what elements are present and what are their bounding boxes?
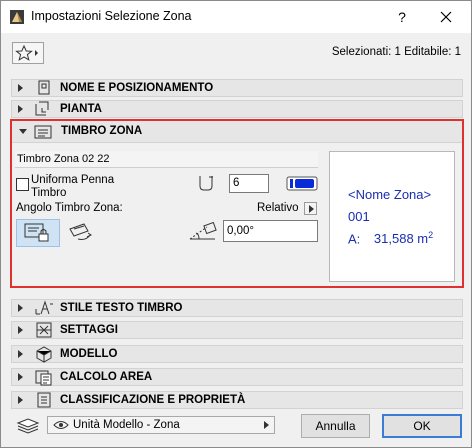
panel-area-calculation[interactable]: CALCOLO AREA (11, 368, 463, 386)
panel-label: CLASSIFICAZIONE E PROPRIETÀ (60, 394, 246, 406)
ok-button[interactable]: OK (382, 414, 462, 438)
preview-zone-name: <Nome Zona> (348, 187, 432, 202)
preview-area-unit-sup: 2 (428, 230, 434, 240)
uniform-pen-checkbox[interactable] (16, 178, 29, 191)
preview-area-value: 31,588 m (373, 231, 429, 247)
expand-arrow-icon (18, 396, 23, 404)
pen-color-swatch[interactable] (286, 176, 318, 191)
rotate-angle-button[interactable] (64, 219, 104, 247)
panel-settings[interactable]: SETTAGGI (11, 321, 463, 339)
favorites-button[interactable] (12, 42, 44, 64)
dialog-window: Impostazioni Selezione Zona ? Selezionat… (0, 0, 472, 448)
pen-number-field[interactable]: 6 (229, 174, 269, 193)
panel-zone-stamp-header[interactable]: TIMBRO ZONA (12, 121, 462, 143)
expand-arrow-icon (18, 326, 23, 334)
fixed-angle-button[interactable] (16, 219, 60, 247)
relative-dropdown-button[interactable] (304, 202, 317, 215)
model-icon (36, 346, 52, 363)
fixed-angle-icon (24, 223, 49, 242)
panel-label: MODELLO (60, 348, 118, 360)
rotate-stamp-icon (69, 223, 92, 240)
floor-plan-icon (35, 101, 49, 116)
panel-label: NOME E POSIZIONAMENTO (60, 82, 214, 94)
layers-icon (16, 418, 40, 434)
layer-dropdown[interactable]: Unità Modello - Zona (47, 416, 275, 434)
panel-label: CALCOLO AREA (60, 371, 153, 383)
expand-arrow-icon (18, 304, 23, 312)
panel-name-position[interactable]: NOME E POSIZIONAMENTO (11, 79, 463, 97)
collapse-arrow-icon (19, 129, 27, 134)
expand-arrow-icon (18, 350, 23, 358)
preview-zone-number: 001 (348, 209, 370, 224)
text-style-icon (35, 300, 53, 315)
panel-label: SETTAGGI (60, 324, 118, 336)
expand-arrow-icon (18, 105, 23, 113)
layer-dropdown-label: Unità Modello - Zona (73, 419, 180, 431)
preview-zone-area: A: 31,588 m2 (348, 230, 433, 246)
close-icon[interactable] (429, 5, 463, 29)
stamp-name-field[interactable]: Timbro Zona 02 22 (15, 151, 318, 168)
panel-label: STILE TESTO TIMBRO (60, 302, 183, 314)
settings-icon (36, 322, 52, 338)
panel-classification-properties[interactable]: CLASSIFICAZIONE E PROPRIETÀ (11, 391, 463, 409)
title-bar: Impostazioni Selezione Zona ? (1, 1, 471, 33)
eye-icon (53, 421, 69, 429)
cancel-button[interactable]: Annulla (301, 414, 370, 438)
angle-field[interactable]: 0,00° (223, 220, 318, 242)
expand-arrow-icon (18, 84, 23, 92)
star-icon (15, 44, 38, 61)
relative-label: Relativo (257, 202, 299, 214)
stamp-preview: <Nome Zona> 001 A: 31,588 m2 (329, 151, 455, 282)
window-title: Impostazioni Selezione Zona (31, 9, 192, 23)
panel-label: PIANTA (60, 103, 102, 115)
classification-icon (37, 392, 51, 408)
preview-area-prefix: A: (348, 231, 361, 247)
panel-label: TIMBRO ZONA (61, 125, 143, 137)
area-calc-icon (35, 370, 52, 386)
zone-stamp-icon (34, 125, 52, 139)
angle-label: Angolo Timbro Zona: (16, 202, 123, 214)
zone-stamp-panel: TIMBRO ZONA Timbro Zona 02 22 Uniforma P… (10, 119, 464, 288)
pen-icon (199, 176, 213, 191)
expand-arrow-icon (18, 373, 23, 381)
dropdown-arrow-icon (264, 421, 269, 429)
selection-count: Selezionati: 1 Editabile: 1 (331, 46, 461, 58)
help-button[interactable]: ? (385, 5, 419, 29)
panel-stamp-text-style[interactable]: STILE TESTO TIMBRO (11, 299, 463, 317)
panel-model[interactable]: MODELLO (11, 345, 463, 363)
uniform-pen-label: Uniforma Penna Timbro (31, 174, 115, 199)
name-position-icon (38, 80, 50, 95)
angle-icon (189, 221, 217, 240)
app-icon (10, 10, 24, 24)
panel-floor-plan[interactable]: PIANTA (11, 100, 463, 118)
